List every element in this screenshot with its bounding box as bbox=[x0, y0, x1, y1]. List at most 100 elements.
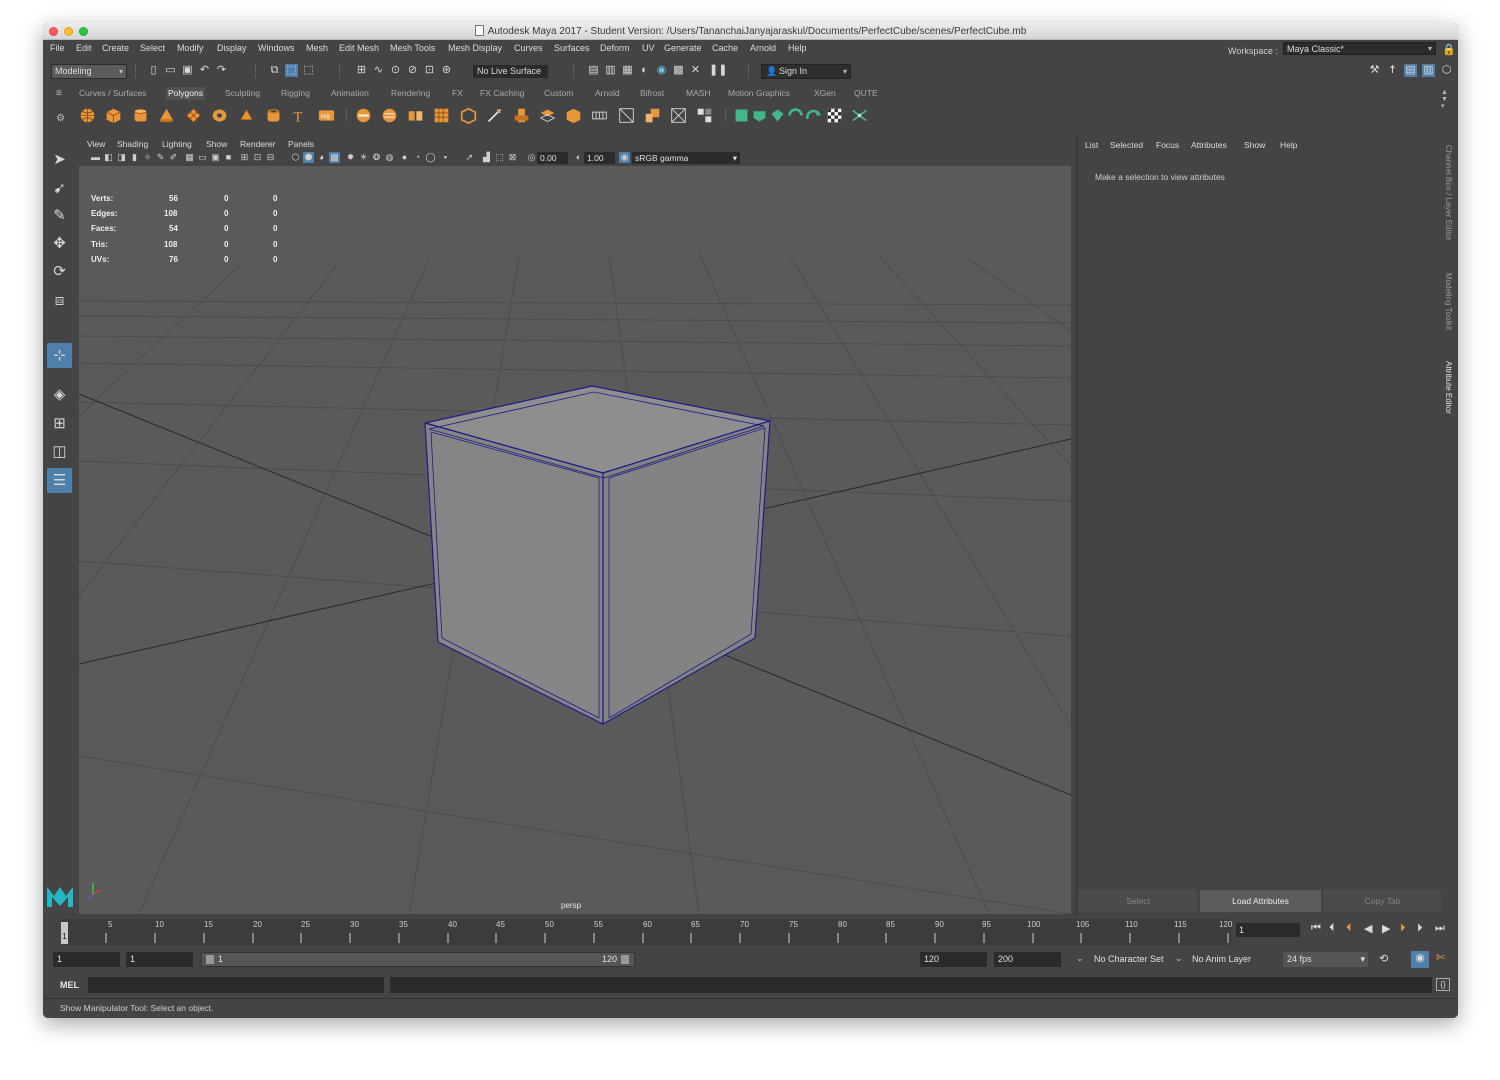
svg-icon[interactable]: svg bbox=[318, 107, 335, 124]
cube-mesh[interactable] bbox=[424, 385, 771, 725]
range-end-handle[interactable] bbox=[621, 955, 629, 964]
gate-mask-icon[interactable]: ■ bbox=[223, 152, 234, 163]
extrude-icon[interactable] bbox=[513, 107, 530, 124]
multi-cut-icon[interactable] bbox=[486, 107, 503, 124]
poly-plane-icon[interactable] bbox=[185, 107, 202, 124]
close-window-button[interactable] bbox=[49, 27, 58, 36]
workspace-dropdown[interactable]: Maya Classic* ▾ bbox=[1283, 42, 1436, 55]
menu-deform[interactable]: Deform bbox=[600, 43, 630, 53]
step-forward-icon[interactable]: ⏵ bbox=[1417, 922, 1423, 935]
render-view-icon[interactable]: ◉ bbox=[655, 64, 668, 77]
select-button[interactable]: Select bbox=[1079, 890, 1197, 912]
shelf-tab-custom[interactable]: Custom bbox=[542, 87, 575, 100]
textured-icon[interactable]: ▩ bbox=[329, 152, 340, 163]
shelf-tab-fx-caching[interactable]: FX Caching bbox=[478, 87, 526, 100]
go-to-start-icon[interactable]: ⏮ bbox=[1311, 922, 1321, 935]
menu-generate[interactable]: Generate bbox=[664, 43, 702, 53]
range-start-handle[interactable] bbox=[206, 955, 214, 964]
shelf-tab-rendering[interactable]: Rendering bbox=[389, 87, 432, 100]
poly-cube-icon[interactable] bbox=[105, 107, 122, 124]
uv-spherical-icon[interactable] bbox=[769, 107, 786, 124]
motion-blur-icon[interactable]: ◍ bbox=[384, 152, 395, 163]
character-controls-icon[interactable]: ☨ bbox=[1386, 64, 1399, 77]
make-live-icon[interactable]: ⊛ bbox=[440, 64, 453, 77]
grease-pencil-icon[interactable]: ✎ bbox=[155, 152, 166, 163]
viewport-menu-view[interactable]: View bbox=[87, 139, 105, 149]
uv-automatic-icon[interactable] bbox=[787, 107, 804, 124]
image-plane-icon[interactable]: ▮ bbox=[129, 152, 140, 163]
scale-tool-icon[interactable]: ⧈ bbox=[47, 288, 72, 313]
field-chart-icon[interactable]: ⊞ bbox=[239, 152, 250, 163]
isolate-select-icon[interactable]: ◯ bbox=[425, 152, 436, 163]
snap-view-plane-icon[interactable]: ⊡ bbox=[423, 64, 436, 77]
channel-menu-show[interactable]: Show bbox=[1244, 140, 1265, 150]
rotate-tool-icon[interactable]: ⟳ bbox=[47, 259, 72, 284]
target-weld-icon[interactable] bbox=[644, 107, 661, 124]
character-set-dropdown[interactable]: No Character Set bbox=[1090, 952, 1168, 967]
menu-surfaces[interactable]: Surfaces bbox=[554, 43, 590, 53]
pencil-icon[interactable]: ✐ bbox=[168, 152, 179, 163]
step-forward-key-icon[interactable]: ⏵ bbox=[1400, 922, 1406, 935]
poly-pipe-icon[interactable] bbox=[265, 107, 282, 124]
script-editor-icon[interactable]: {} bbox=[1436, 978, 1450, 991]
viewport-menu-renderer[interactable]: Renderer bbox=[240, 139, 275, 149]
menu-file[interactable]: File bbox=[50, 43, 65, 53]
select-hierarchy-icon[interactable]: ⧉ bbox=[268, 64, 281, 77]
four-view-layout-icon[interactable]: ⊞ bbox=[47, 411, 72, 436]
tab-attribute-editor[interactable]: Attribute Editor bbox=[1444, 361, 1453, 414]
fill-hole-icon[interactable] bbox=[618, 107, 635, 124]
menu-select[interactable]: Select bbox=[140, 43, 165, 53]
poly-cylinder-icon[interactable] bbox=[132, 107, 149, 124]
select-camera-icon[interactable]: ▬ bbox=[90, 152, 101, 163]
tool-settings-icon[interactable]: ⬡ bbox=[1440, 64, 1453, 77]
outliner-layout-icon[interactable]: ☰ bbox=[47, 468, 72, 493]
redo-icon[interactable]: ↷ bbox=[215, 64, 228, 77]
play-forwards-icon[interactable]: ▶ bbox=[1382, 922, 1390, 935]
single-perspective-layout-icon[interactable]: ◈ bbox=[47, 382, 72, 407]
channel-menu-focus[interactable]: Focus bbox=[1156, 140, 1179, 150]
perspective-viewport[interactable]: Verts: 56 0 0 Edges: 108 0 0 Faces: 54 0 0 Tris: 1… bbox=[79, 166, 1071, 914]
color-management-icon[interactable]: ◉ bbox=[619, 152, 630, 163]
snap-grid-icon[interactable]: ⊞ bbox=[355, 64, 368, 77]
viewport-menu-panels[interactable]: Panels bbox=[288, 139, 314, 149]
uv-checker-icon[interactable] bbox=[826, 107, 843, 124]
menu-mesh-display[interactable]: Mesh Display bbox=[448, 43, 502, 53]
pause-icon[interactable]: ❚❚ bbox=[709, 64, 727, 77]
menu-windows[interactable]: Windows bbox=[258, 43, 295, 53]
playback-start-field[interactable]: 1 bbox=[126, 952, 193, 967]
poly-torus-icon[interactable] bbox=[211, 107, 228, 124]
quad-draw-icon[interactable] bbox=[670, 107, 687, 124]
resolution-gate-icon[interactable]: ▣ bbox=[210, 152, 221, 163]
time-slider[interactable]: 1 5 10 15 20 25 30 35 40 45 50 55 60 65 … bbox=[51, 918, 1450, 946]
select-tool-icon[interactable]: ➤ bbox=[47, 147, 72, 172]
menu-edit[interactable]: Edit bbox=[76, 43, 92, 53]
wireframe-icon[interactable]: ⬡ bbox=[290, 152, 301, 163]
channel-menu-attributes[interactable]: Attributes bbox=[1191, 140, 1227, 150]
append-icon[interactable] bbox=[591, 107, 608, 124]
channel-menu-list[interactable]: List bbox=[1085, 140, 1098, 150]
poly-type-icon[interactable]: T bbox=[291, 107, 308, 124]
smooth-icon[interactable] bbox=[433, 107, 450, 124]
menu-uv[interactable]: UV bbox=[642, 43, 655, 53]
viewport-menu-show[interactable]: Show bbox=[206, 139, 227, 149]
shadows-icon[interactable]: ☀ bbox=[358, 152, 369, 163]
shelf-tab-sculpting[interactable]: Sculpting bbox=[223, 87, 262, 100]
play-backwards-icon[interactable]: ◀ bbox=[1364, 922, 1372, 935]
channel-menu-selected[interactable]: Selected bbox=[1110, 140, 1143, 150]
combine-icon[interactable] bbox=[355, 107, 372, 124]
shelf-tab-mash[interactable]: MASH bbox=[684, 87, 713, 100]
smooth-wireframe-icon[interactable]: ⊠ bbox=[507, 152, 518, 163]
open-scene-icon[interactable]: ▭ bbox=[164, 64, 177, 77]
save-scene-icon[interactable]: ▣ bbox=[181, 64, 194, 77]
shelf-tab-xgen[interactable]: XGen bbox=[812, 87, 838, 100]
snap-curve-icon[interactable]: ∿ bbox=[372, 64, 385, 77]
poly-sphere-icon[interactable] bbox=[79, 107, 96, 124]
current-frame-field[interactable]: 1 bbox=[1236, 923, 1300, 937]
uv-cylindrical-icon[interactable] bbox=[751, 107, 768, 124]
menu-set-dropdown[interactable]: Modeling ▾ bbox=[51, 64, 127, 79]
backface-culling-icon[interactable]: ⬚ bbox=[494, 152, 505, 163]
fps-dropdown[interactable]: 24 fps ▾ bbox=[1283, 952, 1368, 967]
shelf-scroll-icon[interactable]: ▲ ▼ ▾ bbox=[1441, 89, 1448, 110]
camera-attributes-icon[interactable]: ◧ bbox=[103, 152, 114, 163]
shelf-tab-rigging[interactable]: Rigging bbox=[279, 87, 312, 100]
